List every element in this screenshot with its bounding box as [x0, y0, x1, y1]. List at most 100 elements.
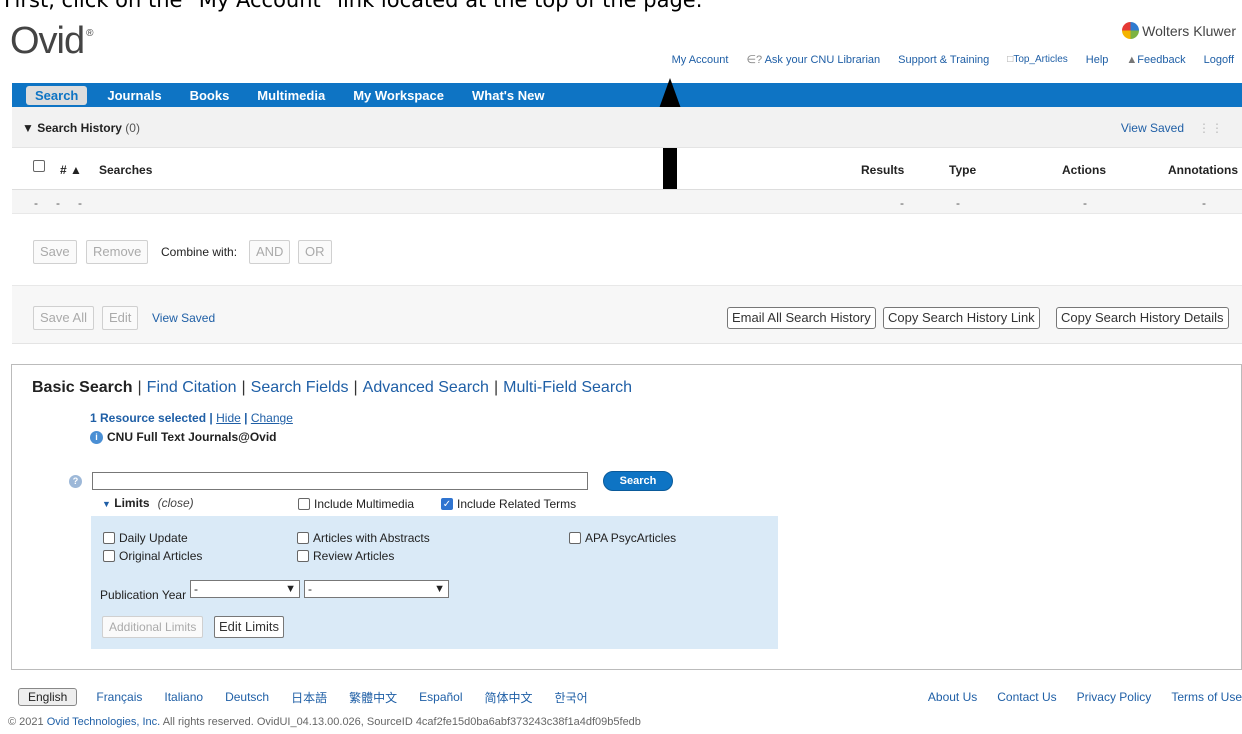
lang-deutsch[interactable]: Deutsch [225, 690, 269, 704]
empty-cell: - [78, 196, 82, 210]
search-history-count: (0) [125, 121, 140, 135]
and-button[interactable]: AND [249, 240, 291, 264]
publication-year-label: Publication Year [100, 588, 187, 602]
my-account-link[interactable]: My Account [672, 54, 729, 66]
ask-librarian-link[interactable]: ∈? Ask your CNU Librarian [746, 53, 880, 66]
table-row: - - - - - - - [12, 190, 1242, 214]
edit-button[interactable]: Edit [102, 306, 139, 330]
apa-psycarticles-checkbox[interactable]: APA PsycArticles [569, 531, 676, 545]
info-icon[interactable]: i [90, 430, 103, 444]
nav-search[interactable]: Search [26, 85, 88, 105]
col-annotations: Annotations [1168, 163, 1238, 177]
nav-whats-new[interactable]: What's New [458, 88, 558, 103]
lang-english[interactable]: English [18, 688, 78, 706]
include-multimedia-checkbox[interactable]: Include Multimedia [298, 497, 414, 511]
view-saved-bottom-link[interactable]: View Saved [152, 311, 215, 325]
daily-update-label: Daily Update [119, 531, 188, 545]
feedback-link[interactable]: ▲Feedback [1126, 54, 1185, 66]
thumbs-up-icon: ▲ [1126, 53, 1138, 66]
collapse-triangle-icon: ▼ [22, 121, 34, 135]
include-multimedia-label: Include Multimedia [314, 497, 415, 511]
lang-korean[interactable]: 한국어 [555, 689, 588, 706]
pub-year-to-select[interactable]: - ▼ [304, 580, 449, 598]
feedback-label: Feedback [1137, 53, 1186, 66]
search-button[interactable]: Search [603, 471, 673, 491]
logoff-link[interactable]: Logoff [1204, 54, 1234, 66]
lang-espanol[interactable]: Español [419, 690, 462, 704]
empty-cell: - [956, 196, 960, 210]
tab-multi-field-search[interactable]: Multi-Field Search [503, 379, 632, 396]
empty-cell: - [34, 196, 38, 210]
logo-text: Ovid [10, 20, 85, 62]
apa-label: APA PsycArticles [585, 531, 677, 545]
select-all-checkbox[interactable] [33, 160, 45, 175]
brand-text: Wolters Kluwer [1142, 22, 1236, 39]
resource-separator: | [209, 411, 213, 425]
limits-label: Limits [114, 496, 150, 510]
footer: English Français Italiano Deutsch 日本語 繁體… [18, 688, 1242, 706]
lang-simplified-chinese[interactable]: 简体中文 [485, 689, 533, 706]
contact-us-link[interactable]: Contact Us [997, 690, 1056, 704]
tab-advanced-search[interactable]: Advanced Search [363, 379, 489, 396]
nav-books[interactable]: Books [176, 88, 244, 103]
or-button[interactable]: OR [298, 240, 332, 264]
include-related-terms-checkbox[interactable]: ✓ Include Related Terms [441, 497, 576, 511]
pub-year-from-select[interactable]: - ▼ [190, 580, 300, 598]
nav-multimedia[interactable]: Multimedia [243, 88, 339, 103]
nav-my-workspace[interactable]: My Workspace [339, 88, 458, 103]
daily-update-checkbox[interactable]: Daily Update [103, 531, 188, 545]
copy-history-details-button[interactable]: Copy Search History Details [1056, 307, 1229, 329]
tab-find-citation[interactable]: Find Citation [147, 379, 237, 396]
original-articles-label: Original Articles [119, 549, 203, 563]
about-us-link[interactable]: About Us [928, 690, 977, 704]
drag-handle-icon[interactable]: ⋮⋮ [1198, 121, 1224, 135]
limits-close-link[interactable]: (close) [158, 496, 194, 510]
help-question-icon[interactable]: ? [69, 475, 82, 488]
search-tabs: Basic Search | Find Citation | Search Fields… [32, 379, 632, 397]
librarian-icon: ∈? [746, 54, 763, 66]
change-link[interactable]: Change [251, 411, 293, 425]
view-saved-link[interactable]: View Saved [1121, 121, 1184, 135]
col-results: Results [861, 163, 905, 177]
save-all-button[interactable]: Save All [33, 306, 94, 330]
lang-francais[interactable]: Français [96, 690, 142, 704]
resource-selection: 1 Resource selected | Hide | Change [90, 411, 293, 425]
copy-history-link-button[interactable]: Copy Search History Link [883, 307, 1040, 329]
tab-search-fields[interactable]: Search Fields [251, 379, 349, 396]
with-abstracts-label: Articles with Abstracts [313, 531, 430, 545]
search-history-title[interactable]: ▼ Search History (0) [22, 121, 140, 135]
col-number[interactable]: # ▲ [60, 163, 82, 177]
tab-basic-search[interactable]: Basic Search [32, 379, 133, 396]
top-articles-label: Top_Articles [1013, 54, 1068, 65]
tab-separator: | [137, 379, 142, 396]
hide-link[interactable]: Hide [216, 411, 241, 425]
search-history-header: ▼ Search History (0) View Saved ⋮⋮ [12, 107, 1242, 148]
remove-button[interactable]: Remove [86, 240, 149, 264]
ovid-logo[interactable]: Ovid ® [10, 20, 94, 63]
privacy-policy-link[interactable]: Privacy Policy [1077, 690, 1152, 704]
top-articles-link[interactable]: □Top_Articles [1007, 54, 1068, 65]
lang-japanese[interactable]: 日本語 [291, 689, 327, 706]
support-training-link[interactable]: Support & Training [898, 54, 989, 66]
save-button[interactable]: Save [33, 240, 77, 264]
empty-cell: - [900, 196, 904, 210]
limits-toggle[interactable]: ▼ Limits [102, 496, 150, 510]
terms-of-use-link[interactable]: Terms of Use [1171, 690, 1242, 704]
tab-separator: | [353, 379, 358, 396]
additional-limits-button[interactable]: Additional Limits [102, 616, 204, 638]
edit-limits-button[interactable]: Edit Limits [214, 616, 284, 638]
expand-triangle-icon: ▼ [102, 499, 111, 509]
original-articles-checkbox[interactable]: Original Articles [103, 549, 202, 563]
review-articles-checkbox[interactable]: Review Articles [297, 549, 394, 563]
help-link[interactable]: Help [1086, 54, 1109, 66]
copyright-year: © 2021 [8, 716, 44, 728]
lang-italiano[interactable]: Italiano [164, 690, 203, 704]
email-history-button[interactable]: Email All Search History [727, 307, 876, 329]
lang-traditional-chinese[interactable]: 繁體中文 [349, 689, 397, 706]
col-number-label: # [60, 163, 67, 177]
nav-journals[interactable]: Journals [93, 88, 175, 103]
ovid-company-link[interactable]: Ovid Technologies, Inc. [47, 716, 161, 728]
search-input[interactable] [92, 472, 588, 490]
combine-label: Combine with: [161, 245, 238, 259]
articles-with-abstracts-checkbox[interactable]: Articles with Abstracts [297, 531, 430, 545]
